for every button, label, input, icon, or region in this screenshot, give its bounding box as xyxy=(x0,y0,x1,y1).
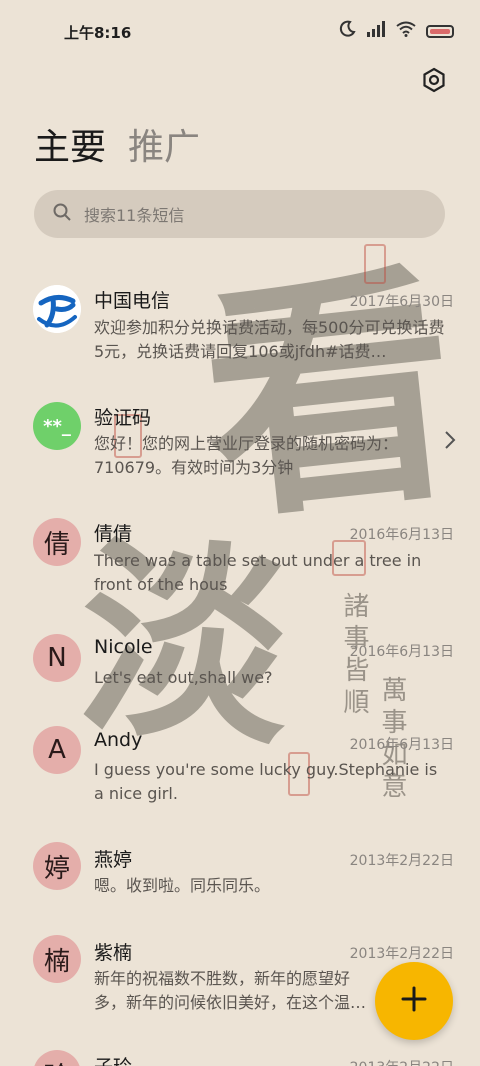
message-item[interactable]: 中国电信 2017年6月30日 欢迎参加积分兑换话费活动，每500分可兑换话费5… xyxy=(0,280,480,380)
message-sender: 倩倩 xyxy=(94,523,133,545)
avatar: A xyxy=(33,726,81,774)
message-item[interactable]: 婷 燕婷 2013年2月22日 嗯。收到啦。同乐同乐。 xyxy=(0,842,480,922)
status-bar: 上午8:16 xyxy=(0,0,480,62)
status-icons xyxy=(338,20,454,42)
message-sender: 燕婷 xyxy=(94,849,133,871)
message-date: 2017年6月30日 xyxy=(349,294,454,310)
avatar: 婷 xyxy=(33,842,81,890)
new-message-button[interactable] xyxy=(375,962,453,1040)
wifi-icon xyxy=(396,21,416,41)
message-item[interactable]: 玲 子玲 2013年2月22日 xyxy=(0,1048,480,1066)
message-item[interactable]: 倩 倩倩 2016年6月13日 There was a table set ou… xyxy=(0,515,480,615)
message-date: 2016年6月13日 xyxy=(349,644,454,660)
message-sender: Andy xyxy=(94,729,143,751)
signal-icon xyxy=(366,21,386,41)
message-date: 2016年6月13日 xyxy=(349,527,454,543)
tab-bar: 主要 推广 xyxy=(34,118,200,170)
message-sender: 中国电信 xyxy=(94,290,171,312)
search-placeholder: 搜索11条短信 xyxy=(84,206,185,225)
avatar: 倩 xyxy=(33,518,81,566)
message-sender: Nicole xyxy=(94,636,153,658)
message-sender: 验证码 xyxy=(94,407,152,429)
battery-icon xyxy=(426,24,454,38)
message-preview: 欢迎参加积分兑换话费活动，每500分可兑换话费5元，兑换话费请回复106或jfd… xyxy=(94,318,445,361)
chevron-right-icon xyxy=(444,430,456,455)
message-date: 2013年2月22日 xyxy=(349,853,454,869)
message-preview: I guess you're some lucky guy.Stephanie … xyxy=(94,760,438,803)
status-time: 上午8:16 xyxy=(64,24,132,42)
tab-primary[interactable]: 主要 xyxy=(34,118,106,170)
settings-icon xyxy=(421,67,447,97)
message-preview: 您好！您的网上营业厅登录的随机密码为：710679。有效时间为3分钟 xyxy=(94,434,399,477)
plus-icon xyxy=(400,985,428,1017)
moon-icon xyxy=(338,20,356,42)
message-date: 2013年2月22日 xyxy=(349,946,454,962)
avatar: 玲 xyxy=(33,1050,81,1066)
message-date: 2013年2月22日 xyxy=(350,1057,454,1066)
search-bar[interactable]: 搜索11条短信 xyxy=(34,190,445,238)
message-sender: 子玲 xyxy=(94,1052,132,1066)
avatar: N xyxy=(33,634,81,682)
settings-button[interactable] xyxy=(418,66,450,98)
message-item[interactable]: N Nicole 2016年6月13日 Let's eat out,shall … xyxy=(0,632,480,712)
message-preview: 新年的祝福数不胜数，新年的愿望好多，新年的问候依旧美好，在这个温馨的 xyxy=(94,969,367,1012)
tab-promotions[interactable]: 推广 xyxy=(128,118,200,170)
avatar: 楠 xyxy=(33,935,81,983)
message-preview: Let's eat out,shall we? xyxy=(94,668,273,687)
message-item[interactable]: A Andy 2016年6月13日 I guess you're some lu… xyxy=(0,726,480,826)
wallpaper-seal xyxy=(364,244,386,284)
message-date: 2016年6月13日 xyxy=(349,737,454,753)
avatar: **_ xyxy=(33,402,81,450)
telecom-logo-avatar xyxy=(33,285,81,333)
message-item[interactable]: **_ 验证码 您好！您的网上营业厅登录的随机密码为：710679。有效时间为3… xyxy=(0,398,480,498)
message-sender: 紫楠 xyxy=(94,942,133,964)
message-preview: 嗯。收到啦。同乐同乐。 xyxy=(94,876,271,895)
message-preview: There was a table set out under a tree i… xyxy=(94,551,422,594)
search-icon xyxy=(52,202,72,226)
